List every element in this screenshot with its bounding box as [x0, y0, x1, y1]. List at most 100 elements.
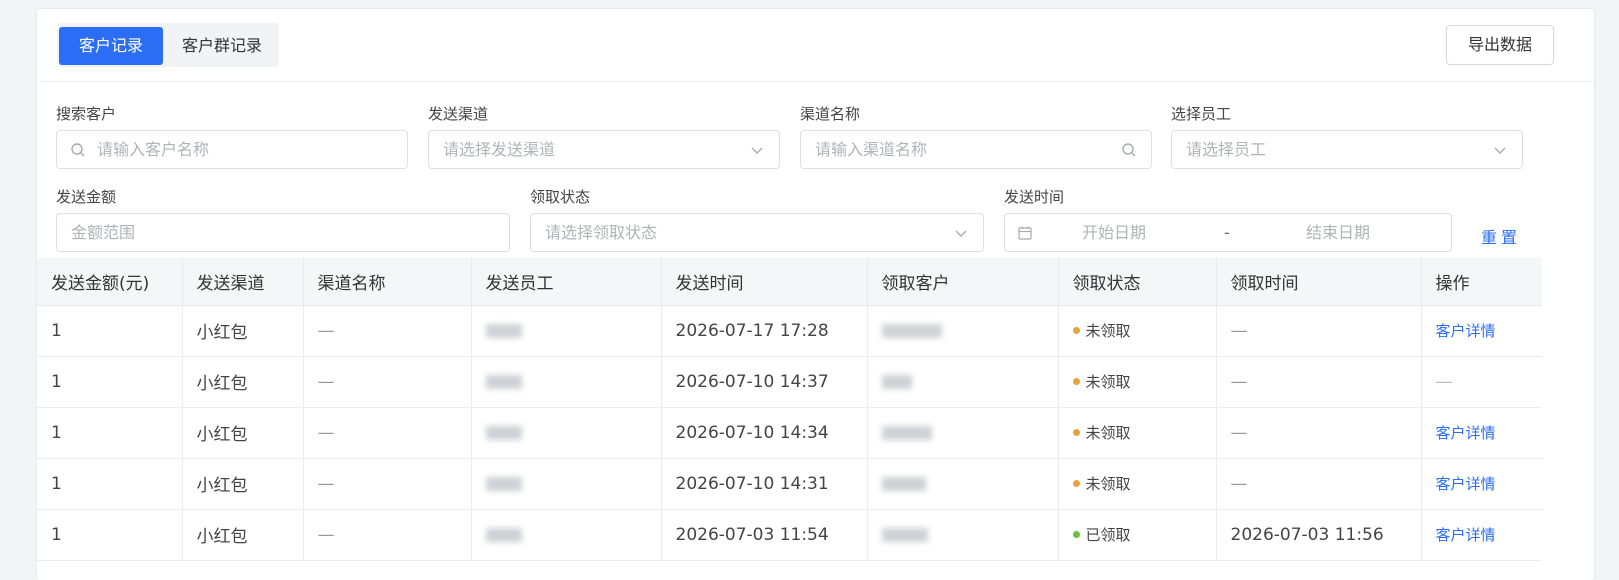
- send-channel-placeholder: 请选择发送渠道: [443, 140, 556, 159]
- redacted-employee: [485, 374, 522, 389]
- chevron-down-icon: [1494, 147, 1506, 154]
- claim-status-select[interactable]: 请选择领取状态: [530, 213, 984, 252]
- status-cell: 未领取: [1058, 458, 1217, 510]
- start-date-input[interactable]: 开始日期: [1082, 214, 1146, 251]
- search-customer-input[interactable]: 请输入客户名称: [56, 130, 408, 169]
- customer-detail-link[interactable]: 客户详情: [1436, 322, 1496, 340]
- export-data-button[interactable]: 导出数据: [1446, 25, 1554, 65]
- channel-name-cell: —: [303, 407, 472, 459]
- redacted-customer: [881, 374, 912, 389]
- customer-detail-link[interactable]: 客户详情: [1436, 526, 1496, 544]
- employee-cell: [471, 356, 662, 408]
- redacted-customer: [881, 527, 928, 542]
- redacted-employee: [485, 476, 522, 491]
- table-row: 1 小红包 — 2026-07-10 14:37 未领取 — —: [37, 356, 1542, 408]
- table-header-row: 发送金额(元) 发送渠道 渠道名称 发送员工 发送时间 领取客户 领取状态 领取…: [37, 258, 1542, 306]
- action-cell: 客户详情: [1421, 407, 1542, 459]
- search-icon: [71, 143, 85, 157]
- customer-detail-link[interactable]: 客户详情: [1436, 475, 1496, 493]
- channel-cell: 小红包: [182, 509, 304, 561]
- records-table: 发送金额(元) 发送渠道 渠道名称 发送员工 发送时间 领取客户 领取状态 领取…: [37, 258, 1542, 561]
- status-cell: 已领取: [1058, 509, 1217, 561]
- claim-time-cell: —: [1216, 458, 1422, 510]
- column-header: 渠道名称: [303, 258, 472, 306]
- claim-time-cell: —: [1216, 407, 1422, 459]
- status-text: 未领取: [1085, 424, 1131, 442]
- search-customer-label: 搜索客户: [56, 105, 117, 123]
- search-customer-placeholder: 请输入客户名称: [97, 140, 210, 159]
- status-dot: [1072, 531, 1080, 538]
- status-text: 未领取: [1085, 373, 1131, 391]
- redacted-customer: [881, 323, 942, 338]
- redacted-employee: [485, 323, 522, 338]
- send-channel-select[interactable]: 请选择发送渠道: [428, 130, 780, 169]
- claim-time-cell: —: [1216, 305, 1422, 357]
- employee-select[interactable]: 请选择员工: [1171, 130, 1523, 169]
- send-time-range-picker[interactable]: 开始日期 - 结束日期: [1004, 213, 1452, 252]
- toolbar: 客户记录 客户群记录 导出数据: [37, 9, 1594, 82]
- amount-cell: 1: [37, 407, 183, 459]
- action-cell: 客户详情: [1421, 305, 1542, 357]
- tab-group: 客户记录 客户群记录: [57, 23, 279, 67]
- employee-label: 选择员工: [1171, 105, 1232, 123]
- column-header: 发送金额(元): [37, 258, 183, 306]
- action-cell: 客户详情: [1421, 458, 1542, 510]
- employee-cell: [471, 509, 662, 561]
- claim-time-cell: —: [1216, 356, 1422, 408]
- status-cell: 未领取: [1058, 407, 1217, 459]
- customer-detail-link[interactable]: 客户详情: [1436, 424, 1496, 442]
- column-header: 发送员工: [471, 258, 662, 306]
- send-time-cell: 2026-07-10 14:37: [661, 356, 868, 408]
- channel-cell: 小红包: [182, 458, 304, 510]
- tab-group-records[interactable]: 客户群记录: [167, 27, 277, 65]
- channel-name-label: 渠道名称: [800, 105, 861, 123]
- records-panel: 客户记录 客户群记录 导出数据 搜索客户 请输入客户名称 发送渠道 请选择发送渠…: [36, 8, 1595, 580]
- table-row: 1 小红包 — 2026-07-03 11:54 已领取 2026-07-03 …: [37, 509, 1542, 561]
- customer-cell: [867, 356, 1059, 408]
- channel-cell: 小红包: [182, 407, 304, 459]
- column-header: 操作: [1421, 258, 1542, 306]
- status-text: 未领取: [1085, 322, 1131, 340]
- amount-cell: 1: [37, 305, 183, 357]
- claim-time-cell: 2026-07-03 11:56: [1216, 509, 1422, 561]
- reset-button[interactable]: 重置: [1481, 224, 1521, 248]
- redacted-employee: [485, 425, 522, 440]
- status-dot: [1072, 378, 1080, 385]
- employee-cell: [471, 458, 662, 510]
- table-row: 1 小红包 — 2026-07-10 14:31 未领取 — 客户详情: [37, 458, 1542, 510]
- amount-label: 发送金额: [56, 188, 117, 206]
- chevron-down-icon: [751, 147, 763, 154]
- send-time-cell: 2026-07-10 14:34: [661, 407, 868, 459]
- channel-cell: 小红包: [182, 305, 304, 357]
- action-cell: 客户详情: [1421, 509, 1542, 561]
- column-header: 发送时间: [661, 258, 868, 306]
- action-cell: —: [1421, 356, 1542, 408]
- amount-cell: 1: [37, 356, 183, 408]
- redacted-customer: [881, 476, 926, 491]
- status-cell: 未领取: [1058, 356, 1217, 408]
- claim-status-placeholder: 请选择领取状态: [545, 223, 658, 242]
- employee-cell: [471, 305, 662, 357]
- customer-cell: [867, 509, 1059, 561]
- send-time-cell: 2026-07-03 11:54: [661, 509, 868, 561]
- channel-cell: 小红包: [182, 356, 304, 408]
- status-dot: [1072, 429, 1080, 436]
- end-date-input[interactable]: 结束日期: [1306, 214, 1370, 251]
- customer-cell: [867, 458, 1059, 510]
- send-channel-label: 发送渠道: [428, 105, 489, 123]
- column-header: 发送渠道: [182, 258, 304, 306]
- channel-name-input[interactable]: 请输入渠道名称: [800, 130, 1152, 169]
- chevron-down-icon: [955, 230, 967, 237]
- amount-range-input[interactable]: 金额范围: [56, 213, 510, 252]
- table-row: 1 小红包 — 2026-07-10 14:34 未领取 — 客户详情: [37, 407, 1542, 459]
- status-dot: [1072, 327, 1080, 334]
- status-text: 未领取: [1085, 475, 1131, 493]
- calendar-icon: [1018, 226, 1032, 240]
- send-time-cell: 2026-07-17 17:28: [661, 305, 868, 357]
- customer-cell: [867, 305, 1059, 357]
- tab-customer-records[interactable]: 客户记录: [59, 27, 163, 65]
- customer-cell: [867, 407, 1059, 459]
- status-text: 已领取: [1085, 526, 1131, 544]
- employee-cell: [471, 407, 662, 459]
- column-header: 领取状态: [1058, 258, 1217, 306]
